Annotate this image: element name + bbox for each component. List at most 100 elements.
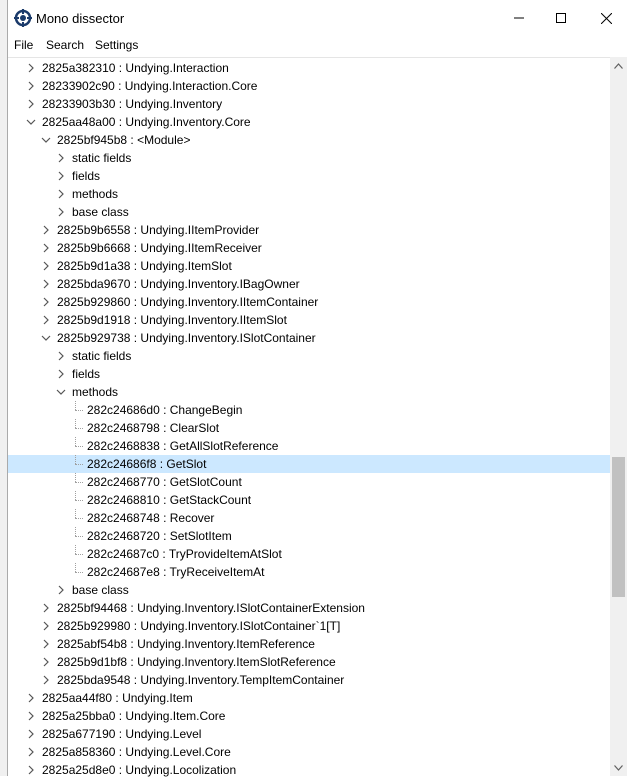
- title-bar[interactable]: Mono dissector: [8, 0, 633, 36]
- tree-node[interactable]: 2825a858360 : Undying.Level.Core: [8, 743, 610, 761]
- tree-node[interactable]: 282c24686d0 : ChangeBegin: [8, 401, 610, 419]
- tree-node[interactable]: 28233903b30 : Undying.Inventory: [8, 95, 610, 113]
- tree-node-label: 2825bda9548 : Undying.Inventory.TempItem…: [57, 673, 345, 687]
- tree-node[interactable]: 2825b929738 : Undying.Inventory.ISlotCon…: [8, 329, 610, 347]
- tree-node[interactable]: fields: [8, 365, 610, 383]
- minimize-button[interactable]: [496, 0, 542, 36]
- tree-node[interactable]: 2825bda9548 : Undying.Inventory.TempItem…: [8, 671, 610, 689]
- scrollbar-thumb[interactable]: [612, 457, 625, 597]
- tree-node[interactable]: methods: [8, 185, 610, 203]
- tree-guide-line: [75, 464, 83, 465]
- tree-node[interactable]: 282c2468798 : ClearSlot: [8, 419, 610, 437]
- chevron-right-icon[interactable]: [41, 620, 51, 632]
- chevron-down-icon[interactable]: [26, 116, 36, 128]
- tree-node[interactable]: 282c24687c0 : TryProvideItemAtSlot: [8, 545, 610, 563]
- chevron-right-icon[interactable]: [26, 692, 36, 704]
- tree-node[interactable]: 2825a25bba0 : Undying.Item.Core: [8, 707, 610, 725]
- tree-guide-line: [75, 437, 76, 446]
- tree-node[interactable]: 2825b9d1a38 : Undying.ItemSlot: [8, 257, 610, 275]
- chevron-right-icon[interactable]: [41, 242, 51, 254]
- tree-node-label: 2825b929980 : Undying.Inventory.ISlotCon…: [57, 619, 341, 633]
- tree-node[interactable]: 2825a25d8e0 : Undying.Locolization: [8, 761, 610, 777]
- tree-node[interactable]: 2825b9d1918 : Undying.Inventory.IItemSlo…: [8, 311, 610, 329]
- tree-node[interactable]: 282c2468838 : GetAllSlotReference: [8, 437, 610, 455]
- close-button[interactable]: [583, 0, 629, 36]
- tree-node[interactable]: 282c24686f8 : GetSlot: [8, 455, 610, 473]
- chevron-right-icon[interactable]: [26, 80, 36, 92]
- chevron-right-icon[interactable]: [26, 62, 36, 74]
- chevron-right-icon[interactable]: [41, 674, 51, 686]
- tree-node-label: fields: [72, 169, 101, 183]
- tree-guide-line: [75, 428, 83, 429]
- tree-node[interactable]: 2825abf54b8 : Undying.Inventory.ItemRefe…: [8, 635, 610, 653]
- tree-node[interactable]: 2825b929860 : Undying.Inventory.IItemCon…: [8, 293, 610, 311]
- chevron-right-icon[interactable]: [26, 764, 36, 776]
- chevron-right-icon[interactable]: [41, 224, 51, 236]
- tree-node-label: static fields: [72, 349, 132, 363]
- chevron-right-icon[interactable]: [56, 152, 66, 164]
- tree-guide-line: [75, 419, 76, 428]
- chevron-down-icon[interactable]: [56, 386, 66, 398]
- tree-node[interactable]: methods: [8, 383, 610, 401]
- tree-node[interactable]: 282c2468770 : GetSlotCount: [8, 473, 610, 491]
- chevron-right-icon[interactable]: [41, 656, 51, 668]
- tree-node-label: fields: [72, 367, 101, 381]
- tree-node[interactable]: 2825b9b6558 : Undying.IItemProvider: [8, 221, 610, 239]
- chevron-right-icon[interactable]: [41, 602, 51, 614]
- menu-search[interactable]: Search: [46, 38, 84, 52]
- tree-node-label: 282c2468748 : Recover: [87, 511, 215, 525]
- menu-settings[interactable]: Settings: [95, 38, 138, 52]
- chevron-right-icon[interactable]: [56, 350, 66, 362]
- chevron-right-icon[interactable]: [41, 278, 51, 290]
- chevron-right-icon[interactable]: [26, 728, 36, 740]
- tree-node[interactable]: base class: [8, 203, 610, 221]
- tree-node[interactable]: 282c24687e8 : TryReceiveItemAt: [8, 563, 610, 581]
- chevron-down-icon[interactable]: [41, 332, 51, 344]
- tree-node[interactable]: 282c2468748 : Recover: [8, 509, 610, 527]
- tree-node[interactable]: base class: [8, 581, 610, 599]
- vertical-scrollbar[interactable]: [610, 57, 627, 776]
- chevron-right-icon[interactable]: [41, 314, 51, 326]
- scroll-up-button[interactable]: [610, 57, 627, 74]
- tree-node-label: base class: [72, 205, 129, 219]
- tree-node[interactable]: 2825aa48a00 : Undying.Inventory.Core: [8, 113, 610, 131]
- tree-guide-line: [75, 446, 83, 447]
- chevron-right-icon[interactable]: [56, 584, 66, 596]
- chevron-right-icon[interactable]: [26, 710, 36, 722]
- tree-node[interactable]: 2825bda9670 : Undying.Inventory.IBagOwne…: [8, 275, 610, 293]
- assembly-tree-view[interactable]: 2825a382310 : Undying.Interaction 2823390…: [8, 57, 610, 777]
- maximize-button[interactable]: [538, 0, 584, 36]
- chevron-right-icon[interactable]: [56, 188, 66, 200]
- tree-node[interactable]: 2825b929980 : Undying.Inventory.ISlotCon…: [8, 617, 610, 635]
- tree-node[interactable]: 2825b9b6668 : Undying.IItemReceiver: [8, 239, 610, 257]
- tree-node[interactable]: 2825a382310 : Undying.Interaction: [8, 59, 610, 77]
- tree-node[interactable]: 2825bf94468 : Undying.Inventory.ISlotCon…: [8, 599, 610, 617]
- scroll-down-button[interactable]: [610, 759, 627, 776]
- tree-node[interactable]: 2825a677190 : Undying.Level: [8, 725, 610, 743]
- tree-node[interactable]: static fields: [8, 347, 610, 365]
- chevron-right-icon[interactable]: [56, 170, 66, 182]
- tree-node[interactable]: 282c2468810 : GetStackCount: [8, 491, 610, 509]
- tree-node[interactable]: 2825aa44f80 : Undying.Item: [8, 689, 610, 707]
- chevron-right-icon[interactable]: [41, 260, 51, 272]
- tree-node[interactable]: 2825b9d1bf8 : Undying.Inventory.ItemSlot…: [8, 653, 610, 671]
- tree-node-label: 2825b929738 : Undying.Inventory.ISlotCon…: [57, 331, 316, 345]
- tree-node-label: base class: [72, 583, 129, 597]
- chevron-right-icon[interactable]: [41, 296, 51, 308]
- chevron-right-icon[interactable]: [26, 746, 36, 758]
- chevron-right-icon[interactable]: [56, 368, 66, 380]
- tree-node-label: 282c24687e8 : TryReceiveItemAt: [87, 565, 265, 579]
- menu-file[interactable]: File: [14, 38, 33, 52]
- tree-node-label: methods: [72, 187, 119, 201]
- chevron-right-icon[interactable]: [56, 206, 66, 218]
- tree-node[interactable]: 28233902c90 : Undying.Interaction.Core: [8, 77, 610, 95]
- tree-node[interactable]: fields: [8, 167, 610, 185]
- tree-node-label: 282c2468838 : GetAllSlotReference: [87, 439, 279, 453]
- tree-node[interactable]: static fields: [8, 149, 610, 167]
- tree-node[interactable]: 2825bf945b8 : <Module>: [8, 131, 610, 149]
- tree-node[interactable]: 282c2468720 : SetSlotItem: [8, 527, 610, 545]
- chevron-down-icon[interactable]: [41, 134, 51, 146]
- chevron-right-icon[interactable]: [41, 638, 51, 650]
- chevron-right-icon[interactable]: [26, 98, 36, 110]
- tree-node-label: 2825a858360 : Undying.Level.Core: [42, 745, 231, 759]
